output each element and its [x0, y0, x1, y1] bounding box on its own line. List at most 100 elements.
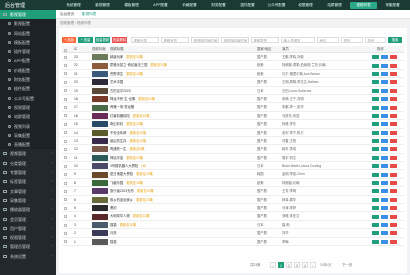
table-row[interactable]: 1 猫猫 国产剧 李梅 — [62, 238, 404, 246]
view-icon[interactable] — [381, 206, 388, 211]
row-checkbox[interactable] — [64, 215, 67, 219]
video-title[interactable]: 不安全年龄 — [110, 131, 126, 135]
filter-field[interactable]: 视频类型 — [251, 37, 279, 43]
delete-icon[interactable] — [390, 197, 397, 202]
top-nav-item[interactable]: 公众号配置 — [263, 2, 290, 9]
delete-icon[interactable] — [390, 105, 397, 110]
top-nav-item[interactable]: 系统管理 — [60, 2, 87, 9]
edit-icon[interactable] — [372, 97, 379, 102]
table-row[interactable]: 4 大明风华人物 更新至22集 国产剧 汤唯,朱亚文 — [62, 212, 404, 221]
view-icon[interactable] — [381, 239, 388, 244]
top-nav-item[interactable]: 模板管理 — [118, 2, 145, 9]
row-checkbox[interactable] — [64, 114, 67, 118]
video-title[interactable]: 黑豹 — [110, 206, 117, 210]
table-row[interactable]: 23 超级玩家 更新至20集 国产剧 王鹏,李晓,刘健 — [62, 53, 404, 62]
delete-icon[interactable] — [390, 164, 397, 169]
page-size-select[interactable]: 20条/页 — [320, 262, 332, 268]
sidebar-item[interactable]: 插件配置 — [0, 84, 56, 94]
sidebar-item[interactable]: 管理员管理 › — [0, 242, 56, 251]
sidebar-item[interactable]: APP配置 — [0, 56, 56, 66]
edit-icon[interactable] — [372, 223, 379, 227]
video-title[interactable]: 月亮 — [110, 231, 117, 235]
sidebar-item[interactable]: 视频列表 — [0, 121, 56, 131]
page-number-button[interactable]: 2 — [286, 262, 292, 268]
video-title[interactable]: 旅行者2023无尽 — [110, 189, 134, 193]
top-nav-item[interactable]: 采集配置 — [379, 2, 406, 9]
top-nav-item[interactable]: 价格配置 — [176, 2, 203, 9]
edit-icon[interactable] — [372, 55, 379, 60]
edit-icon[interactable] — [372, 164, 379, 169]
row-checkbox[interactable] — [64, 55, 67, 59]
delete-icon[interactable] — [390, 189, 397, 194]
page-number-button[interactable]: 1 — [278, 262, 284, 268]
delete-icon[interactable] — [390, 223, 397, 227]
edit-icon[interactable] — [372, 206, 379, 211]
delete-icon[interactable] — [390, 97, 397, 102]
video-title[interactable]: 飞越乐园 — [110, 181, 123, 185]
edit-icon[interactable] — [372, 88, 379, 93]
table-row[interactable]: 5 黑豹 国产剧 马涛,李婷 — [62, 204, 404, 213]
sidebar-item[interactable]: 文章管理 › — [0, 187, 56, 196]
video-title[interactable]: 古田吉平2023 — [110, 89, 131, 93]
video-title[interactable]: 奇幻彩虹 — [110, 122, 123, 126]
filter-field[interactable]: 请选择开始时间 — [191, 37, 219, 43]
edit-icon[interactable] — [372, 130, 379, 135]
video-title[interactable]: 大明风华人物 — [110, 214, 130, 218]
delete-icon[interactable] — [390, 214, 397, 219]
video-title[interactable]: 最后的生存 — [110, 139, 126, 143]
table-row[interactable]: 21 荒野求生 更新至18集 欧美 贝尔·格里尔斯,Ava Burton — [62, 70, 404, 79]
delete-icon[interactable] — [390, 231, 397, 236]
table-row[interactable]: 7 旅行者2023无尽 更新至20集 国产剧 王芳,李明 — [62, 187, 404, 196]
table-row[interactable]: 17 养猪一场·恐龙猪 国产剧 朱鹏,李一,张华 — [62, 103, 404, 112]
top-nav-item[interactable]: 视频列表 — [350, 1, 377, 9]
sidebar-item[interactable]: 模板配置 — [0, 37, 56, 48]
search-button[interactable]: 搜索 — [388, 37, 402, 43]
sidebar-item[interactable]: 站群管理 — [0, 112, 56, 122]
video-title[interactable]: 红薯机器探险 — [110, 114, 130, 118]
view-icon[interactable] — [381, 189, 388, 194]
table-row[interactable]: 10 3号楼机器人大冒险 HD 日本 Brian Martin,Laura Coolin… — [62, 162, 404, 171]
delete-icon[interactable] — [390, 80, 397, 85]
sidebar-item[interactable]: 财务配置 — [0, 75, 56, 85]
sidebar-item[interactable]: 采集管理 › — [0, 196, 56, 205]
next-page-link[interactable]: 下一页 — [342, 262, 352, 268]
table-row[interactable]: 2 月亮 国产剧 刘华 — [62, 229, 404, 238]
edit-icon[interactable] — [372, 139, 379, 144]
table-row[interactable]: 18 神龙不死·生·全集 更新至20集 国产剧 张萌,王宁,刘明 — [62, 95, 404, 104]
top-nav-item[interactable]: 插件配置 — [234, 2, 261, 9]
sidebar-item[interactable]: 插件管理 — [0, 47, 56, 57]
sidebar-item[interactable]: 影视配置 — [0, 19, 56, 29]
table-row[interactable]: 9 夏日鬼屋大冒险 更新至20集 韩国 金明,李俊,Chen — [62, 170, 404, 179]
view-icon[interactable] — [381, 139, 388, 144]
table-row[interactable]: 20 艺术中国 国产剧 王明,周明,李志达,Nathan — [62, 78, 404, 87]
edit-icon[interactable] — [372, 239, 379, 244]
batch-add-button[interactable]: + 批量 — [78, 37, 93, 43]
edit-icon[interactable] — [372, 113, 379, 118]
page-tab[interactable]: 影视列表 — [82, 11, 96, 18]
view-icon[interactable] — [381, 80, 388, 85]
sidebar-item[interactable]: 用户管理 › — [0, 224, 56, 233]
next-page-button[interactable]: › — [310, 262, 316, 268]
filter-field[interactable]: 视频状态 — [161, 37, 189, 43]
edit-icon[interactable] — [372, 189, 379, 194]
view-icon[interactable] — [381, 181, 388, 186]
row-checkbox[interactable] — [64, 206, 67, 210]
sidebar-item[interactable]: 权限管理 › — [0, 233, 56, 242]
view-icon[interactable] — [381, 164, 388, 169]
row-checkbox[interactable] — [64, 231, 67, 235]
view-icon[interactable] — [381, 231, 388, 236]
batch-update-button[interactable]: 批量更新 — [95, 37, 110, 43]
video-title[interactable]: 霍格沃兹之·奇幻魔法三国 — [110, 63, 147, 67]
video-title[interactable]: 再遇死一生 — [110, 147, 126, 151]
row-checkbox[interactable] — [64, 156, 67, 160]
table-row[interactable]: 16 红薯机器探险 更新至18集 国产剧 马振东,何斌 — [62, 112, 404, 121]
sidebar-item[interactable]: 会员管理 › — [0, 215, 56, 224]
view-icon[interactable] — [381, 71, 388, 76]
filter-field[interactable]: 输入关键字 — [281, 37, 315, 43]
video-title[interactable]: 神话宇宙 — [110, 156, 123, 160]
view-icon[interactable] — [381, 130, 388, 135]
row-checkbox[interactable] — [64, 97, 67, 101]
video-title[interactable]: 荒野求生 — [110, 72, 123, 76]
view-icon[interactable] — [381, 197, 388, 202]
row-checkbox[interactable] — [64, 72, 67, 76]
